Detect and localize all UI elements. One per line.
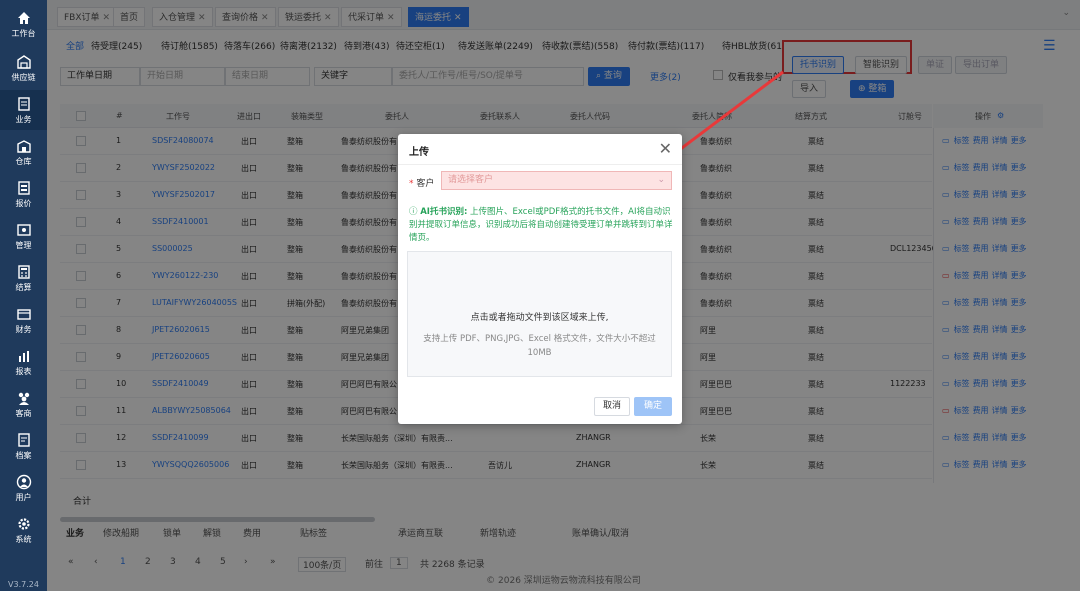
confirm-button[interactable]: 确定 (634, 397, 672, 416)
sidebar-item-label: 供应链 (11, 72, 36, 82)
customer-label-text: 客户 (416, 179, 435, 189)
sidebar-item-supply[interactable]: 供应链 (0, 48, 47, 88)
dropzone-sub-text: 支持上传 PDF、PNG,JPG、Excel 格式文件，文件大小不超过 10MB (423, 334, 656, 358)
sidebar-item-label: 业务 (15, 114, 32, 124)
sidebar-item-quote[interactable]: 报价 (0, 174, 47, 214)
users-icon (18, 392, 29, 405)
sidebar-item-label: 报表 (15, 366, 32, 376)
sidebar-item-storehouse[interactable]: 仓库 (0, 132, 47, 172)
sidebar-item-label: 用户 (15, 492, 32, 502)
sidebar-item-settlement[interactable]: 结算 (0, 258, 47, 298)
management-icon (16, 223, 31, 236)
sidebar-item-finance[interactable]: 财务 (0, 300, 47, 340)
dropzone-main-text: 点击或者拖动文件到该区域来上传, (470, 313, 609, 323)
info-icon: ⓘ (409, 207, 421, 217)
sidebar-item-label: 客商 (15, 408, 32, 418)
archive-icon (17, 432, 30, 447)
quote-icon (17, 180, 30, 195)
document-icon (17, 96, 30, 111)
calculator-icon (17, 264, 30, 279)
sidebar-item-workbench[interactable]: 工作台 (0, 4, 47, 44)
sidebar-item-label: 仓库 (15, 156, 32, 166)
customer-label: * 客户 (409, 179, 435, 189)
finance-icon (16, 308, 31, 320)
ai-tip: ⓘ AI托书识别: 上传图片、Excel或PDF格式的托书文件，AI将自动识别并… (409, 206, 673, 245)
user-icon (16, 474, 31, 489)
sidebar-item-label: 工作台 (11, 28, 36, 38)
chart-icon (18, 350, 29, 362)
sidebar-item-label: 系统 (15, 534, 32, 544)
gear-icon (17, 517, 30, 530)
dialog-divider (398, 164, 682, 165)
chevron-down-icon: ⌄ (657, 175, 665, 185)
home-icon (17, 11, 30, 24)
close-icon[interactable]: ✕ (659, 139, 672, 158)
sidebar-item-management[interactable]: 管理 (0, 216, 47, 256)
sidebar-item-label: 报价 (15, 198, 32, 208)
ai-tip-title: AI托书识别: (420, 207, 468, 217)
dialog-title: 上传 (409, 147, 429, 158)
sidebar-item-user[interactable]: 用户 (0, 468, 47, 508)
sidebar-item-label: 管理 (15, 240, 32, 250)
cancel-button[interactable]: 取消 (594, 397, 630, 416)
sidebar-item-label: 财务 (15, 324, 32, 334)
sidebar-item-business[interactable]: 业务 (0, 90, 47, 130)
sidebar: 工作台 供应链 业务 仓库 报价 管理 结算 财务 报表 客商 档案 用户 系统… (0, 0, 47, 591)
upload-dropzone[interactable]: 点击或者拖动文件到该区域来上传, 支持上传 PDF、PNG,JPG、Excel … (407, 251, 672, 377)
sidebar-item-label: 结算 (15, 282, 32, 292)
customer-placeholder: 请选择客户 (448, 175, 494, 185)
sidebar-item-label: 档案 (15, 450, 32, 460)
warehouse-icon (16, 54, 31, 69)
sidebar-item-system[interactable]: 系统 (0, 510, 47, 550)
storehouse-icon (16, 139, 31, 153)
customer-select[interactable]: 请选择客户 ⌄ (441, 171, 672, 190)
sidebar-item-reports[interactable]: 报表 (0, 342, 47, 382)
sidebar-item-clients[interactable]: 客商 (0, 384, 47, 424)
sidebar-item-archive[interactable]: 档案 (0, 426, 47, 466)
upload-dialog: 上传 ✕ * 客户 请选择客户 ⌄ ⓘ AI托书识别: 上传图片、Excel或PD… (398, 134, 682, 424)
